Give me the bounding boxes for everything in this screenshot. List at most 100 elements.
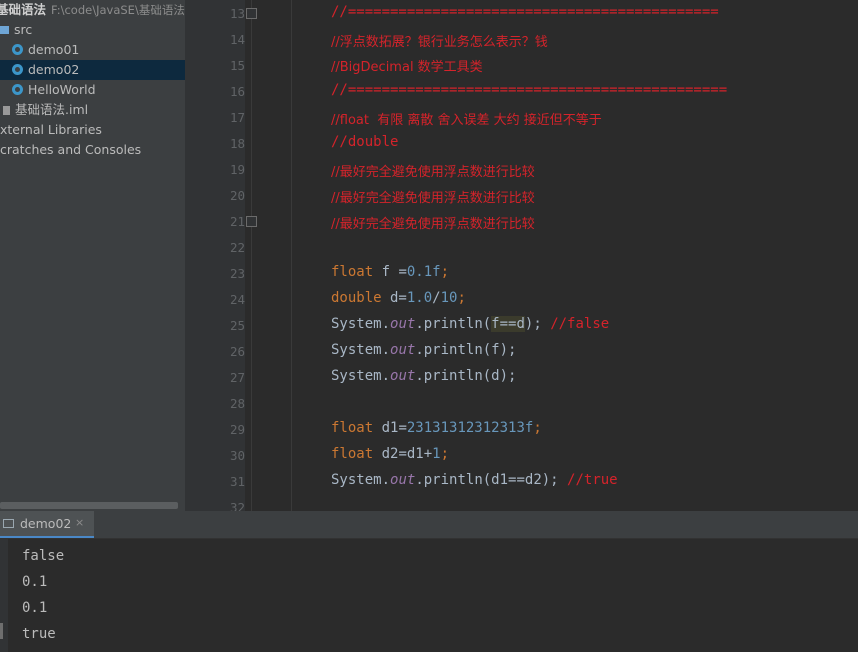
line-number: 30 xyxy=(229,448,245,463)
project-root[interactable]: 基础语法 F:\code\JavaSE\基础语法 xyxy=(0,0,185,20)
code-line-19: //最好完全避免使用浮点数进行比较 xyxy=(331,165,535,180)
java-class-icon xyxy=(12,84,23,95)
code-line-27: System.out.println(d); xyxy=(331,368,516,384)
line-number: 28 xyxy=(229,396,245,411)
tree-item-label: demo01 xyxy=(28,42,80,57)
tree-item-external-libraries[interactable]: xternal Libraries xyxy=(0,120,102,140)
keyword: float xyxy=(331,446,374,462)
project-panel: 基础语法 F:\code\JavaSE\基础语法 src demo01 demo0… xyxy=(0,0,185,511)
iml-file-icon xyxy=(3,106,10,115)
tree-item-src[interactable]: src xyxy=(0,20,32,40)
output-line: 0.1 xyxy=(22,574,48,590)
line-number: 13 xyxy=(229,6,245,21)
code-line-17: //float 有限 离散 舍入误差 大约 接近但不等于 xyxy=(331,113,602,128)
highlighted-expression: f==d xyxy=(491,316,525,332)
line-number: 14 xyxy=(229,32,245,47)
tree-item-iml[interactable]: 基础语法.iml xyxy=(3,100,88,120)
line-number: 15 xyxy=(229,58,245,73)
code-line-26: System.out.println(f); xyxy=(331,342,516,358)
number-literal: 1.0 xyxy=(406,290,433,306)
project-root-path: F:\code\JavaSE\基础语法 xyxy=(51,3,185,17)
run-tab-bar: demo02 × xyxy=(0,511,858,539)
code-editor[interactable]: 13 14 15 16 17 18 19 20 21 22 23 24 25 2… xyxy=(185,0,858,511)
run-tab-demo02[interactable]: demo02 × xyxy=(0,511,94,538)
line-number: 23 xyxy=(229,266,245,281)
code-line-20: //最好完全避免使用浮点数进行比较 xyxy=(331,191,535,206)
code-text: ; xyxy=(533,420,542,436)
code-text: d= xyxy=(381,290,407,306)
code-text: System. xyxy=(331,472,391,488)
code-text: d1= xyxy=(373,420,407,436)
tree-item-demo01[interactable]: demo01 xyxy=(12,40,79,60)
code-text: .println(d1==d2); xyxy=(415,472,568,488)
line-number: 31 xyxy=(229,474,245,489)
code-line-14: //浮点数拓展？银行业务怎么表示？钱 xyxy=(331,35,548,50)
fold-guide-line xyxy=(251,0,252,511)
code-line-29: float d1=23131312312313f; xyxy=(331,420,542,436)
code-line-13: //======================================… xyxy=(331,4,719,20)
static-field: out xyxy=(390,472,416,488)
tree-item-scratches[interactable]: cratches and Consoles xyxy=(0,140,141,160)
code-line-25: System.out.println(f==d); //false xyxy=(331,316,609,332)
line-number: 16 xyxy=(229,84,245,99)
line-number: 20 xyxy=(229,188,245,203)
code-text: ); xyxy=(524,316,551,332)
code-text: .println(d); xyxy=(415,368,517,384)
line-number-gutter: 13 14 15 16 17 18 19 20 21 22 23 24 25 2… xyxy=(185,0,245,511)
line-number: 19 xyxy=(229,162,245,177)
code-text: .println( xyxy=(415,316,492,332)
code-text: //BigDecimal 数学工具类 xyxy=(331,60,483,75)
line-number: 24 xyxy=(229,292,245,307)
keyword: float xyxy=(331,420,374,436)
code-text: System. xyxy=(331,316,391,332)
static-field: out xyxy=(390,342,416,358)
line-number: 27 xyxy=(229,370,245,385)
keyword: double xyxy=(331,290,382,306)
code-line-24: double d=1.0/10; xyxy=(331,290,466,306)
tree-item-label: HelloWorld xyxy=(28,82,96,97)
static-field: out xyxy=(390,368,416,384)
code-text: .println(f); xyxy=(415,342,517,358)
line-number: 25 xyxy=(229,318,245,333)
close-icon[interactable]: × xyxy=(75,516,84,529)
tree-item-label: cratches and Consoles xyxy=(0,142,142,157)
code-line-16: //======================================… xyxy=(331,82,728,98)
code-line-15: //BigDecimal 数学工具类 xyxy=(331,56,483,75)
inline-comment: //false xyxy=(550,316,610,332)
static-field: out xyxy=(390,316,416,332)
line-number: 22 xyxy=(229,240,245,255)
indent-guide-line xyxy=(291,0,292,511)
fold-marker-icon[interactable] xyxy=(246,216,257,227)
code-text: ; xyxy=(457,290,466,306)
fold-marker-icon[interactable] xyxy=(246,8,257,19)
code-line-30: float d2=d1+1; xyxy=(331,446,449,462)
tree-item-label: 基础语法.iml xyxy=(15,102,89,117)
code-line-18: //double xyxy=(331,134,399,150)
line-number: 17 xyxy=(229,110,245,125)
code-text: ; xyxy=(440,264,450,280)
tree-item-helloworld[interactable]: HelloWorld xyxy=(12,80,96,100)
number-literal: 1 xyxy=(432,446,441,462)
run-tab-label: demo02 xyxy=(20,516,72,531)
tree-item-demo02[interactable]: demo02 xyxy=(0,60,185,80)
console-output[interactable]: false 0.1 0.1 true xyxy=(0,539,858,652)
number-literal: 10 xyxy=(440,290,458,306)
console-icon xyxy=(3,519,14,528)
output-line: true xyxy=(22,626,56,642)
code-text: d2=d1+ xyxy=(373,446,433,462)
number-literal: 23131312312313f xyxy=(406,420,534,436)
java-class-icon xyxy=(12,64,23,75)
project-root-name: 基础语法 xyxy=(0,2,47,17)
number-literal: 0.1f xyxy=(406,264,441,280)
output-line: false xyxy=(22,548,65,564)
sidebar-horizontal-scrollbar[interactable] xyxy=(0,502,178,509)
code-line-23: float f =0.1f; xyxy=(331,264,449,280)
line-number: 32 xyxy=(229,500,245,511)
line-number: 18 xyxy=(229,136,245,151)
code-text: ; xyxy=(440,446,450,462)
code-text: System. xyxy=(331,342,391,358)
line-number: 29 xyxy=(229,422,245,437)
code-text: System. xyxy=(331,368,391,384)
tree-item-label: xternal Libraries xyxy=(0,122,102,137)
inline-comment: //true xyxy=(567,472,618,488)
